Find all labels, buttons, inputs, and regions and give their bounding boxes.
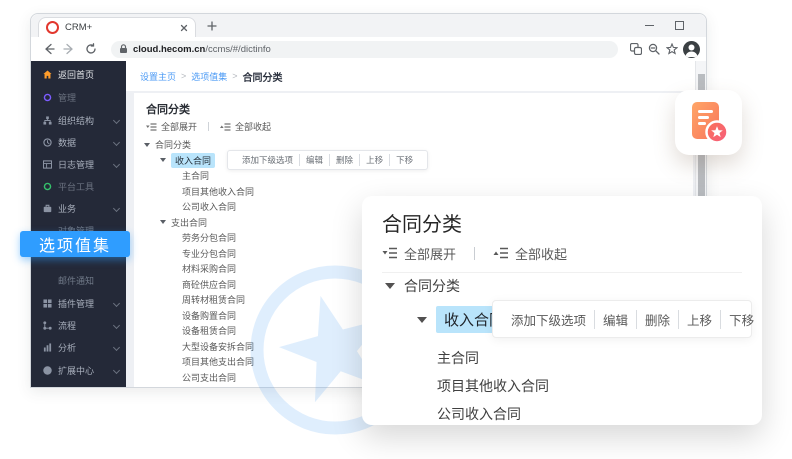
delete-button[interactable]: 删除: [636, 310, 678, 329]
node-action-toolbar: 添加下级选项 编辑 删除 上移 下移: [492, 300, 752, 338]
tab-close-icon[interactable]: [180, 24, 188, 32]
add-child-option-button[interactable]: 添加下级选项: [236, 154, 299, 166]
divider: [208, 122, 209, 131]
expand-all-button[interactable]: 全部展开: [161, 120, 197, 133]
flow-icon: [43, 321, 52, 330]
chevron-down-icon: [113, 299, 120, 306]
window-restore-icon[interactable]: [675, 21, 684, 30]
sidebar-item-data[interactable]: 数据: [31, 133, 126, 151]
tab-strip: CRM+: [31, 14, 706, 37]
sidebar-item-process[interactable]: 流程: [31, 316, 126, 334]
lock-icon: [119, 44, 128, 54]
tree-expand-arrow-icon[interactable]: [144, 143, 150, 147]
sidebar-item-platform-tools[interactable]: 平台工具: [31, 177, 126, 195]
panel-title: 合同分类: [146, 101, 190, 117]
sidebar-item-extension-center[interactable]: 扩展中心: [31, 361, 126, 379]
sidebar: 返回首页 管理 组织结构 数据: [31, 61, 126, 387]
tree-expand-arrow-icon[interactable]: [160, 158, 166, 162]
browser-tab[interactable]: CRM+: [38, 17, 196, 37]
sidebar-item-logs[interactable]: 日志管理: [31, 155, 126, 173]
forward-icon[interactable]: [63, 43, 75, 55]
back-icon[interactable]: [43, 43, 55, 55]
chevron-down-icon: [113, 321, 120, 328]
overlay-title: 合同分类: [382, 208, 462, 237]
expand-all-icon: [146, 122, 157, 132]
analysis-bars-icon: [43, 343, 52, 352]
collapse-all-icon: [493, 246, 509, 260]
crm-logo-icon: [46, 21, 59, 34]
chevron-down-icon: [113, 343, 120, 350]
chevron-down-icon: [113, 138, 120, 145]
document-star-icon: [690, 101, 728, 145]
move-down-button[interactable]: 下移: [389, 154, 419, 166]
org-structure-icon: [43, 116, 52, 125]
sidebar-item-home[interactable]: 返回首页: [31, 65, 126, 83]
new-tab-icon[interactable]: [207, 21, 217, 31]
sidebar-item-mail-notify[interactable]: 邮件通知: [31, 271, 126, 289]
chevron-down-icon: [113, 116, 120, 123]
document-star-icon-card: [675, 90, 742, 155]
sidebar-item-business[interactable]: 业务: [31, 199, 126, 217]
tree-row[interactable]: 主合同: [437, 348, 479, 368]
url-domain: cloud.hecom.cn: [133, 44, 205, 55]
tree-expand-arrow-icon[interactable]: [385, 283, 395, 289]
sidebar-item-analysis[interactable]: 分析: [31, 338, 126, 356]
breadcrumb-current: 合同分类: [243, 69, 283, 84]
sidebar-item-plugins[interactable]: 插件管理: [31, 294, 126, 312]
tree-expand-arrow-icon[interactable]: [160, 220, 166, 224]
move-up-button[interactable]: 上移: [359, 154, 389, 166]
tree-row[interactable]: 公司收入合同: [437, 404, 521, 424]
url-field[interactable]: cloud.hecom.cn/ccms/#/dictinfo: [111, 41, 618, 58]
zoom-out-icon[interactable]: [648, 43, 660, 55]
tree-row-selected[interactable]: 收入合同 添加下级选项 编辑 删除 上移 下移: [134, 153, 693, 169]
admin-icon: [43, 93, 52, 102]
move-up-button[interactable]: 上移: [678, 310, 720, 329]
sidebar-item-admin[interactable]: 管理: [31, 88, 126, 106]
breadcrumb-link-option-sets[interactable]: 选项值集: [191, 70, 227, 83]
log-icon: [43, 160, 52, 169]
chevron-down-icon: [113, 366, 120, 373]
collapse-all-button[interactable]: 全部收起: [235, 120, 271, 133]
reload-icon[interactable]: [85, 43, 97, 55]
business-icon: [43, 204, 52, 213]
edit-button[interactable]: 编辑: [299, 154, 329, 166]
edit-button[interactable]: 编辑: [594, 310, 636, 329]
zoom-overlay-panel: 合同分类 全部展开 全部收起 合同分类 收入合同 添加下级选项 编辑 删除 上移…: [362, 196, 762, 425]
plugin-grid-icon: [43, 299, 52, 308]
node-action-toolbar: 添加下级选项 编辑 删除 上移 下移: [227, 150, 428, 170]
expand-all-button[interactable]: 全部展开: [404, 244, 456, 263]
chevron-down-icon: [113, 204, 120, 211]
tree-row[interactable]: 主合同: [134, 168, 693, 184]
selected-node[interactable]: 收入合同: [171, 153, 215, 168]
profile-avatar[interactable]: [683, 41, 700, 58]
sidebar-callout-option-value-set[interactable]: 选项值集: [20, 231, 130, 257]
platform-tools-icon: [43, 182, 52, 191]
translate-icon[interactable]: [630, 43, 642, 55]
tab-title: CRM+: [65, 22, 174, 33]
window-minimize-icon[interactable]: [645, 25, 654, 26]
home-icon: [43, 70, 52, 79]
address-bar: cloud.hecom.cn/ccms/#/dictinfo: [31, 37, 706, 62]
collapse-all-button[interactable]: 全部收起: [515, 244, 567, 263]
delete-button[interactable]: 删除: [329, 154, 359, 166]
breadcrumb-link-settings-home[interactable]: 设置主页: [140, 70, 176, 83]
tree-expand-arrow-icon[interactable]: [417, 317, 427, 323]
sidebar-item-org[interactable]: 组织结构: [31, 111, 126, 129]
tree-row[interactable]: 项目其他收入合同: [437, 376, 549, 396]
move-down-button[interactable]: 下移: [720, 310, 762, 329]
collapse-all-icon: [220, 122, 231, 132]
breadcrumb: 设置主页 > 选项值集 > 合同分类: [126, 61, 696, 91]
bookmark-star-icon[interactable]: [666, 43, 678, 55]
tree-row[interactable]: 合同分类: [385, 276, 460, 296]
add-child-option-button[interactable]: 添加下级选项: [503, 310, 594, 329]
data-clock-icon: [43, 138, 52, 147]
divider: [474, 247, 475, 260]
extension-icon: [43, 366, 52, 375]
expand-all-icon: [382, 246, 398, 260]
breadcrumb-separator: >: [232, 71, 237, 81]
chevron-down-icon: [113, 160, 120, 167]
breadcrumb-separator: >: [181, 71, 186, 81]
url-path: /ccms/#/dictinfo: [205, 44, 270, 55]
